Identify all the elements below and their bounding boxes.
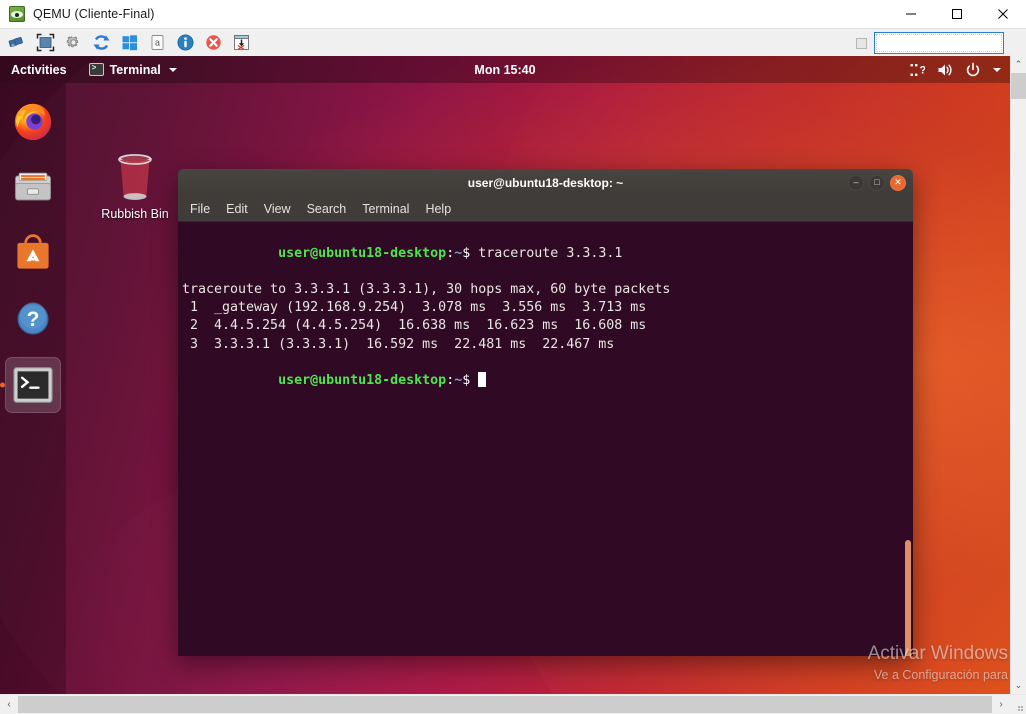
terminal-cursor [478,372,486,387]
refresh-icon[interactable] [88,31,114,55]
windows-logo-icon[interactable] [116,31,142,55]
volume-icon[interactable] [937,62,953,78]
terminal-titlebar[interactable]: user@ubuntu18-desktop: ~ – □ ✕ [178,169,913,196]
shutdown-cancel-icon[interactable] [200,31,226,55]
terminal-line: user@ubuntu18-desktop:~$ [182,354,913,408]
toolbar-checkbox[interactable] [856,38,867,49]
chevron-down-icon [169,68,177,72]
terminal-line: traceroute to 3.3.3.1 (3.3.3.1), 30 hops… [182,281,913,299]
clock[interactable]: Mon 15:40 [474,63,535,77]
qemu-icon [9,6,25,22]
terminal-scrollbar[interactable] [905,540,911,656]
horizontal-scrollbar[interactable]: ‹ › [0,694,1026,714]
vertical-scrollbar-thumb[interactable] [1011,73,1026,99]
scroll-left-button[interactable]: ‹ [0,695,18,714]
terminal-window-controls: – □ ✕ [848,169,906,196]
scroll-up-button[interactable]: ⌃ [1011,56,1026,73]
terminal-minimize-button[interactable]: – [848,175,864,191]
vertical-scrollbar-track[interactable] [1011,99,1026,677]
menu-search[interactable]: Search [307,202,347,216]
desktop-icon-rubbish-bin[interactable]: Rubbish Bin [98,150,172,221]
activities-button[interactable]: Activities [11,63,67,77]
save-window-icon[interactable] [228,31,254,55]
horizontal-scrollbar-thumb[interactable] [18,696,992,713]
menu-file[interactable]: File [190,202,210,216]
scroll-down-button[interactable]: ⌄ [1011,677,1026,694]
terminal-line: 3 3.3.3.1 (3.3.3.1) 16.592 ms 22.481 ms … [182,336,913,354]
document-icon[interactable]: a [144,31,170,55]
dock-item-terminal[interactable] [5,357,61,413]
prompt-user-host: user@ubuntu18-desktop [278,246,446,261]
fullscreen-icon[interactable] [32,31,58,55]
gnome-dock: ? [0,83,66,694]
qemu-toolbar: a [0,28,1026,56]
dock-item-help[interactable]: ? [5,291,61,347]
svg-text:?: ? [27,308,40,331]
app-menu-label: Terminal [110,63,161,77]
preferences-gear-icon[interactable] [60,31,86,55]
menu-view[interactable]: View [264,202,291,216]
terminal-title: user@ubuntu18-desktop: ~ [468,176,623,190]
ubuntu-desktop: Activities Terminal Mon 15:40 ? [0,56,1010,694]
info-icon[interactable] [172,31,198,55]
terminal-output-area[interactable]: user@ubuntu18-desktop:~$ traceroute 3.3.… [178,222,913,656]
dock-item-files[interactable] [5,159,61,215]
qemu-toolbar-right-group [856,29,1004,57]
resize-grip[interactable] [1010,695,1026,714]
gnome-top-panel: Activities Terminal Mon 15:40 ? [0,56,1010,83]
terminal-menubar: File Edit View Search Terminal Help [178,196,913,222]
terminal-maximize-button[interactable]: □ [869,175,885,191]
power-icon[interactable] [965,62,981,78]
trash-icon [110,150,160,204]
terminal-line: 1 _gateway (192.168.9.254) 3.078 ms 3.55… [182,299,913,317]
qemu-host-window: QEMU (Cliente-Final) [0,0,1026,714]
window-title: QEMU (Cliente-Final) [33,7,154,21]
qemu-guest-area: Activities Terminal Mon 15:40 ? [0,56,1026,694]
svg-text:?: ? [920,64,926,76]
maximize-button[interactable] [934,0,980,28]
menu-terminal[interactable]: Terminal [362,202,409,216]
toolbar-text-input[interactable] [874,32,1004,54]
menu-edit[interactable]: Edit [226,202,248,216]
svg-text:a: a [154,39,160,49]
terminal-line: 2 4.4.5.254 (4.4.5.254) 16.638 ms 16.623… [182,317,913,335]
chevron-down-icon[interactable] [993,68,1001,72]
pause-resume-icon[interactable] [4,31,30,55]
scroll-right-button[interactable]: › [992,695,1010,714]
menu-help[interactable]: Help [425,202,451,216]
dock-item-firefox[interactable] [5,93,61,149]
prompt-user-host: user@ubuntu18-desktop [278,373,446,388]
desktop-icon-label: Rubbish Bin [101,207,168,221]
window-controls [888,0,1026,28]
close-button[interactable] [980,0,1026,28]
terminal-window: user@ubuntu18-desktop: ~ – □ ✕ File Edit… [178,169,913,656]
system-tray: ? [909,62,1001,78]
minimize-button[interactable] [888,0,934,28]
vertical-scrollbar[interactable]: ⌃ ⌄ [1010,56,1026,694]
accessibility-icon[interactable]: ? [909,62,925,78]
terminal-close-button[interactable]: ✕ [890,175,906,191]
terminal-command: traceroute 3.3.3.1 [470,246,622,261]
terminal-line: user@ubuntu18-desktop:~$ traceroute 3.3.… [182,227,913,281]
terminal-app-icon [89,63,104,76]
app-menu-button[interactable]: Terminal [89,63,177,77]
dock-item-software[interactable] [5,225,61,281]
qemu-titlebar: QEMU (Cliente-Final) [0,0,1026,28]
